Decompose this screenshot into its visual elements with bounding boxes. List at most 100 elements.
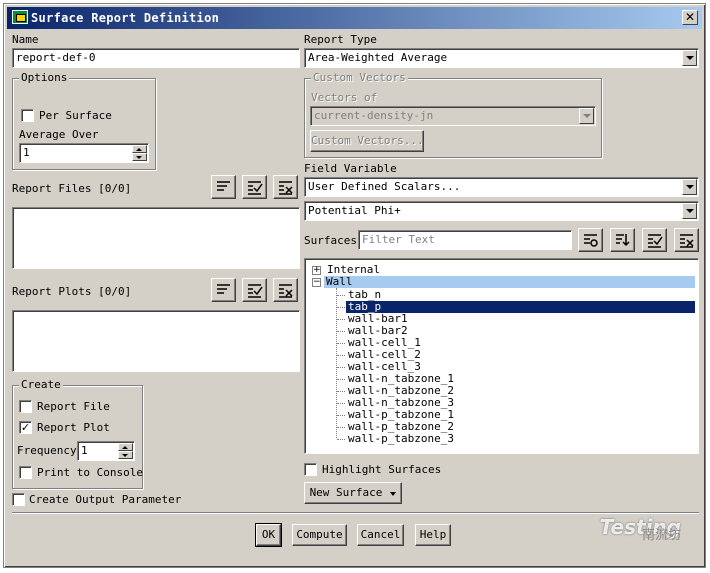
surfaces-deselect-button[interactable] <box>674 228 699 252</box>
tree-branch-line <box>337 427 345 428</box>
report-file-checkbox[interactable] <box>19 400 32 413</box>
report-plot-label: Report Plot <box>37 421 110 434</box>
report-plots-list-button[interactable] <box>211 278 236 302</box>
frequency-spinner[interactable] <box>118 443 133 459</box>
custom-vectors-button[interactable]: Custom Vectors... <box>310 130 424 152</box>
title-bar[interactable]: Surface Report Definition ✕ <box>7 7 702 29</box>
button-separator <box>12 512 699 514</box>
filter-icon <box>584 234 598 247</box>
tree-branch-line <box>337 307 345 308</box>
surfaces-tree[interactable]: + Internal Wall − tab_n tab_p wall-bar1 wal… <box>304 258 699 454</box>
expand-icon[interactable]: + <box>312 266 321 275</box>
name-label: Name <box>12 33 39 46</box>
deselect-icon <box>680 234 694 248</box>
deselect-icon <box>279 284 293 298</box>
app-icon <box>12 10 28 24</box>
list-icon <box>217 181 230 191</box>
vectors-of-value: current-density-jn <box>314 109 434 122</box>
ok-button[interactable]: OK <box>255 523 282 547</box>
field-category-dropdown[interactable]: User Defined Scalars... <box>304 177 699 197</box>
report-files-deselect-button[interactable] <box>273 175 298 199</box>
report-type-dropdown[interactable]: Area-Weighted Average <box>304 48 699 68</box>
tree-branch-line <box>337 331 345 332</box>
field-variable-dropdown[interactable]: Potential Phi+ <box>304 201 699 221</box>
surfaces-select-all-button[interactable] <box>642 228 667 252</box>
field-category-value: User Defined Scalars... <box>308 180 461 193</box>
chevron-down-icon[interactable] <box>682 50 697 66</box>
spin-up-icon[interactable] <box>132 145 147 153</box>
report-type-label: Report Type <box>304 33 377 46</box>
per-surface-checkbox[interactable] <box>21 109 34 122</box>
highlight-surfaces-label: Highlight Surfaces <box>322 463 442 476</box>
spin-down-icon[interactable] <box>118 451 133 459</box>
vectors-of-label: Vectors of <box>311 91 378 104</box>
collapse-icon[interactable]: − <box>312 278 321 287</box>
frequency-label: Frequency <box>17 444 77 457</box>
average-over-spinner[interactable] <box>132 145 147 161</box>
options-title: Options <box>19 71 70 84</box>
surfaces-filter-button[interactable] <box>578 228 603 252</box>
spin-up-icon[interactable] <box>118 443 133 451</box>
list-icon <box>217 284 230 294</box>
options-group: Options Per Surface Average Over 1 <box>12 71 156 170</box>
report-plot-checkbox[interactable]: ✓ <box>19 421 32 434</box>
new-surface-label: New Surface <box>309 486 383 499</box>
tree-branch-line <box>337 415 345 416</box>
average-over-input[interactable]: 1 <box>19 143 149 163</box>
chevron-down-icon[interactable] <box>682 203 697 219</box>
tree-branch-line <box>337 403 345 404</box>
report-files-label: Report Files [0/0] <box>12 182 132 195</box>
surfaces-label: Surfaces <box>304 234 357 247</box>
cancel-button[interactable]: Cancel <box>357 524 404 546</box>
create-group: Create Report File ✓ Report Plot Frequen… <box>12 378 143 489</box>
field-variable-value: Potential Phi+ <box>308 204 401 217</box>
select-all-icon <box>248 284 263 298</box>
tree-branch-line <box>337 295 345 296</box>
dialog-window: Surface Report Definition ✕ Name report-… <box>3 3 706 568</box>
report-type-value: Area-Weighted Average <box>308 51 448 64</box>
report-files-list-button[interactable] <box>211 175 236 199</box>
help-button[interactable]: Help <box>415 524 451 546</box>
select-all-icon <box>648 234 663 248</box>
chevron-down-icon[interactable] <box>579 108 594 124</box>
tree-branch-line <box>337 391 345 392</box>
highlight-surfaces-checkbox[interactable] <box>304 463 317 476</box>
per-surface-label: Per Surface <box>39 109 112 122</box>
spin-down-icon[interactable] <box>132 153 147 161</box>
compute-button[interactable]: Compute <box>292 524 347 546</box>
average-over-label: Average Over <box>19 128 99 141</box>
chevron-down-icon[interactable] <box>682 179 697 195</box>
window-title: Surface Report Definition <box>31 11 220 25</box>
name-input[interactable]: report-def-0 <box>12 48 300 68</box>
custom-vectors-group: Custom Vectors Vectors of current-densit… <box>304 71 602 158</box>
select-all-icon <box>248 181 263 195</box>
create-output-label: Create Output Parameter <box>29 493 182 506</box>
report-plots-label: Report Plots [0/0] <box>12 285 132 298</box>
print-console-label: Print to Console <box>37 466 143 479</box>
tree-branch-line <box>337 439 345 440</box>
create-title: Create <box>19 378 63 391</box>
tree-branch-line <box>337 355 345 356</box>
report-plots-list[interactable] <box>12 310 300 372</box>
field-variable-label: Field Variable <box>304 162 397 175</box>
report-files-list[interactable] <box>12 207 300 269</box>
frequency-input[interactable]: 1 <box>77 441 135 461</box>
surfaces-sort-button[interactable] <box>610 228 635 252</box>
tree-branch-line <box>337 343 345 344</box>
watermark-sub: 南流坊 <box>641 528 681 543</box>
deselect-icon <box>279 181 293 195</box>
report-plots-select-all-button[interactable] <box>242 278 267 302</box>
frequency-value: 1 <box>81 444 88 457</box>
surfaces-filter-input[interactable]: Filter Text <box>358 230 572 250</box>
print-console-checkbox[interactable] <box>19 466 32 479</box>
close-button[interactable]: ✕ <box>682 10 698 25</box>
new-surface-button[interactable]: New Surface <box>304 482 402 504</box>
report-plots-deselect-button[interactable] <box>273 278 298 302</box>
dropdown-arrow-icon <box>390 492 396 496</box>
create-output-checkbox[interactable] <box>12 493 25 506</box>
tree-group-wall[interactable]: Wall <box>324 276 695 288</box>
report-files-select-all-button[interactable] <box>242 175 267 199</box>
tree-item-surface[interactable]: wall-p_tabzone_3 <box>346 433 456 445</box>
vectors-of-dropdown[interactable]: current-density-jn <box>310 106 596 126</box>
sort-icon <box>616 234 630 247</box>
